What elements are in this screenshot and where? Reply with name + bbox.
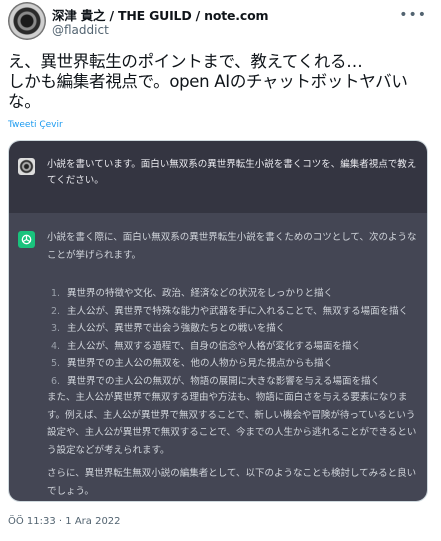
chat-answer-row: 小説を書く際に、面白い無双系の異世界転生小説を書くためのコツとして、次のようなこ…	[9, 213, 427, 501]
tweet-timestamp[interactable]: ÖÖ 11:33 · 1 Ara 2022	[8, 516, 121, 527]
openai-logo-icon	[18, 231, 35, 248]
author-display-name[interactable]: 深津 貴之 / THE GUILD / note.com	[52, 5, 268, 24]
list-item: 1. 異世界の特徴や文化、政治、経済などの状況をしっかりと描く	[51, 288, 334, 299]
tweet-media-screenshot[interactable]: 小説を書いています。面白い無双系の異世界転生小説を書くコツを、編集者視点で教えて…	[8, 140, 428, 502]
more-horizontal-icon[interactable]: •••	[399, 7, 427, 23]
chat-prompt-text: 小説を書いています。面白い無双系の異世界転生小説を書くコツを、編集者視点で教えて…	[47, 159, 417, 186]
translate-tweet-link[interactable]: Tweeti Çevir	[8, 120, 63, 130]
chat-answer-paragraph: また、主人公が異世界で無双する理由や方法も、物語に面白さを与える要素になります。…	[47, 392, 417, 456]
user-avatar-icon	[18, 158, 35, 175]
list-item: 2. 主人公が、異世界で特殊な能力や武器を手に入れることで、無双する場面を描く	[51, 305, 409, 317]
author-handle[interactable]: @fladdict	[52, 23, 109, 37]
avatar[interactable]	[8, 2, 46, 40]
tweet-text: え、異世界転生のポイントまで、教えてくれる… しかも編集者視点で。open AI…	[8, 52, 408, 111]
list-item: 3. 主人公が、異世界で出会う強敵たちとの戦いを描く	[51, 323, 286, 334]
list-item: 4. 主人公が、無双する過程で、自身の信念や人格が変化する場面を描く	[51, 340, 361, 352]
chat-answer-paragraph: さらに、異世界転生無双小説の編集者として、以下のようなことも検討してみると良いで…	[47, 468, 417, 497]
tweet-header: 深津 貴之 / THE GUILD / note.com @fladdict •…	[8, 2, 433, 40]
chat-answer-list: 1. 異世界の特徴や文化、政治、経済などの状況をしっかりと描く 2. 主人公が、異世…	[47, 285, 417, 390]
list-item: 6. 異世界での主人公の無双が、物語の展開に大きな影響を与える場面を描く	[51, 375, 381, 387]
chat-prompt-row: 小説を書いています。面白い無双系の異世界転生小説を書くコツを、編集者視点で教えて…	[9, 141, 427, 213]
list-item: 5. 異世界での主人公の無双を、他の人物から見た視点からも描く	[51, 358, 334, 369]
chat-answer-intro: 小説を書く際に、面白い無双系の異世界転生小説を書くためのコツとして、次のようなこ…	[47, 232, 417, 261]
